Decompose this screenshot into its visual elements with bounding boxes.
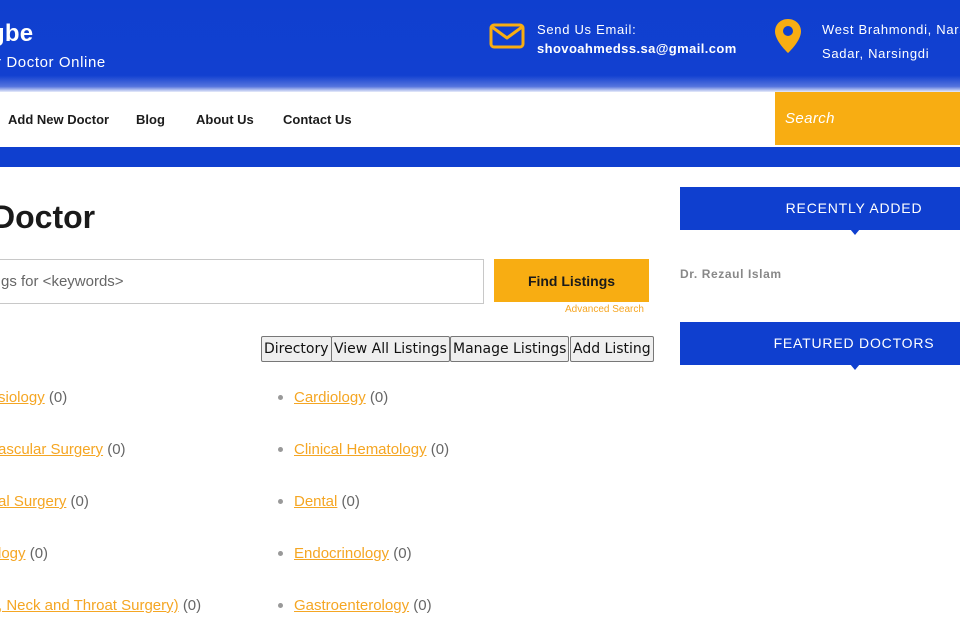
keyword-search-input[interactable]: [0, 259, 484, 304]
category-link[interactable]: Gastroenterology: [294, 597, 409, 614]
email-address[interactable]: shovoahmedss.sa@gmail.com: [537, 41, 737, 56]
advanced-search-link[interactable]: Advanced Search: [565, 304, 644, 315]
category-link[interactable]: logy: [0, 545, 26, 562]
view-all-listings-button[interactable]: View All Listings: [331, 336, 450, 362]
category-count: (0): [413, 597, 432, 614]
category-link[interactable]: ascular Surgery: [0, 441, 103, 458]
category-link[interactable]: siology: [0, 389, 45, 406]
site-search-input[interactable]: [775, 92, 960, 145]
category-count: (0): [341, 493, 360, 510]
directory-button[interactable]: Directory: [261, 336, 332, 362]
site-tagline: r Doctor Online: [0, 54, 106, 71]
list-item: al Surgery (0): [0, 493, 89, 510]
recently-added-heading: RECENTLY ADDED: [680, 187, 960, 235]
add-listing-button[interactable]: Add Listing: [570, 336, 654, 362]
category-link[interactable]: al Surgery: [0, 493, 66, 510]
nav-blog[interactable]: Blog: [136, 112, 165, 127]
site-brand-title[interactable]: gbe: [0, 20, 33, 48]
list-item: Endocrinology (0): [294, 545, 412, 562]
top-header: gbe r Doctor Online Send Us Email: shovo…: [0, 0, 960, 92]
list-item: siology (0): [0, 389, 67, 406]
bullet-icon: [278, 447, 283, 452]
recent-doctor-link[interactable]: Dr. Rezaul Islam: [680, 267, 782, 281]
blue-divider-strip: [0, 147, 960, 167]
manage-listings-button[interactable]: Manage Listings: [450, 336, 570, 362]
category-link[interactable]: Cardiology: [294, 389, 366, 406]
list-item: , Neck and Throat Surgery) (0): [0, 597, 201, 614]
category-count: (0): [70, 493, 89, 510]
nav-about-us[interactable]: About Us: [196, 112, 254, 127]
find-listings-button[interactable]: Find Listings: [494, 259, 649, 302]
category-count: (0): [107, 441, 126, 458]
address-line-1: West Brahmondi, Nars: [822, 22, 960, 37]
list-item: logy (0): [0, 545, 48, 562]
bullet-icon: [278, 395, 283, 400]
nav-add-new-doctor[interactable]: Add New Doctor: [8, 112, 109, 127]
category-count: (0): [430, 441, 450, 458]
list-item: Dental (0): [294, 493, 360, 510]
category-link[interactable]: Endocrinology: [294, 545, 389, 562]
heading-notch: [850, 229, 860, 235]
bullet-icon: [278, 551, 283, 556]
featured-doctors-heading: FEATURED DOCTORS: [680, 322, 960, 370]
list-item: Cardiology (0): [294, 389, 388, 406]
category-count: (0): [393, 545, 412, 562]
category-link[interactable]: Dental: [294, 493, 337, 510]
featured-doctors-title: FEATURED DOCTORS: [773, 335, 935, 351]
list-item: Clinical Hematology (0): [294, 441, 449, 458]
category-count: (0): [182, 597, 202, 614]
category-link[interactable]: Clinical Hematology: [294, 441, 427, 458]
page-title: Doctor: [0, 199, 96, 235]
email-label: Send Us Email:: [537, 22, 637, 37]
list-item: Gastroenterology (0): [294, 597, 432, 614]
envelope-icon: [489, 23, 525, 49]
map-pin-icon: [775, 19, 801, 53]
category-count: (0): [369, 389, 389, 406]
recently-added-title: RECENTLY ADDED: [785, 200, 923, 216]
bullet-icon: [278, 603, 283, 608]
nav-contact-us[interactable]: Contact Us: [283, 112, 352, 127]
list-item: ascular Surgery (0): [0, 441, 126, 458]
address-line-2: Sadar, Narsingdi: [822, 46, 930, 61]
category-count: (0): [48, 389, 68, 406]
category-link[interactable]: , Neck and Throat Surgery): [0, 597, 179, 614]
category-count: (0): [29, 545, 49, 562]
bullet-icon: [278, 499, 283, 504]
heading-notch: [850, 364, 860, 370]
